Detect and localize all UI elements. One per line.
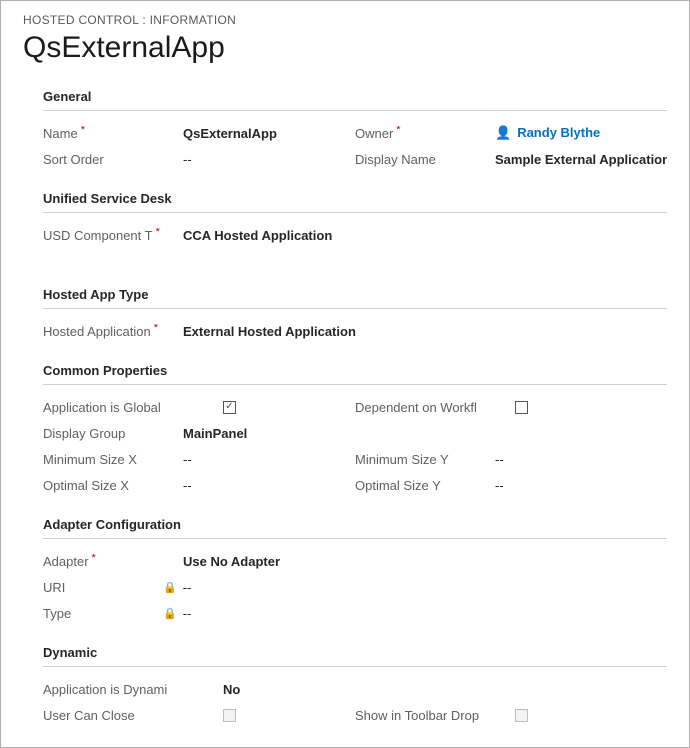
label-uri: URI xyxy=(43,580,167,595)
section-adapter-header: Adapter Configuration xyxy=(43,517,667,539)
required-icon: * xyxy=(81,126,85,137)
required-icon: * xyxy=(92,554,96,565)
value-name[interactable]: QsExternalApp xyxy=(183,126,277,141)
label-app-global: Application is Global xyxy=(43,400,183,415)
value-opt-x[interactable]: -- xyxy=(183,478,192,493)
section-usd-header: Unified Service Desk xyxy=(43,191,667,213)
label-user-can-close: User Can Close xyxy=(43,708,183,723)
value-usd-component-type[interactable]: CCA Hosted Application xyxy=(183,228,332,243)
section-hosted-app-type: Hosted App Type Hosted Application* Exte… xyxy=(43,287,667,343)
person-icon: 👤 xyxy=(495,125,511,140)
section-general: General Name* QsExternalApp Owner* 👤 Rand… xyxy=(43,89,667,171)
page-title: QsExternalApp xyxy=(23,31,667,65)
value-uri: -- xyxy=(183,580,192,595)
value-display-group[interactable]: MainPanel xyxy=(183,426,247,441)
label-opt-y: Optimal Size Y xyxy=(355,478,495,493)
label-min-y: Minimum Size Y xyxy=(355,452,495,467)
label-display-group: Display Group xyxy=(43,426,183,441)
section-common-header: Common Properties xyxy=(43,363,667,385)
checkbox-dep-workflow[interactable] xyxy=(515,401,528,414)
label-usd-component-type: USD Component T* xyxy=(43,228,183,243)
value-display-name[interactable]: Sample External Application xyxy=(495,152,667,167)
label-app-dynamic: Application is Dynami xyxy=(43,682,183,697)
required-icon: * xyxy=(156,228,160,239)
checkbox-show-toolbar xyxy=(515,709,528,722)
section-dynamic-header: Dynamic xyxy=(43,645,667,667)
section-general-header: General xyxy=(43,89,667,111)
section-common: Common Properties Application is Global … xyxy=(43,363,667,497)
value-hosted-app[interactable]: External Hosted Application xyxy=(183,324,356,339)
label-sort-order: Sort Order xyxy=(43,152,183,167)
label-hosted-app: Hosted Application* xyxy=(43,324,183,339)
checkbox-app-global[interactable]: ✓ xyxy=(223,401,236,414)
label-owner: Owner* xyxy=(355,126,495,141)
label-adapter: Adapter* xyxy=(43,554,183,569)
value-opt-y[interactable]: -- xyxy=(495,478,504,493)
value-min-y[interactable]: -- xyxy=(495,452,504,467)
lock-icon: 🔒 xyxy=(163,607,177,620)
section-adapter: Adapter Configuration Adapter* Use No Ad… xyxy=(43,517,667,625)
value-owner[interactable]: 👤 Randy Blythe xyxy=(495,125,600,141)
label-min-x: Minimum Size X xyxy=(43,452,183,467)
required-icon: * xyxy=(154,324,158,335)
label-name: Name* xyxy=(43,126,183,141)
section-dynamic: Dynamic Application is Dynami No User Ca… xyxy=(43,645,667,727)
value-app-dynamic[interactable]: No xyxy=(223,682,240,697)
value-type: -- xyxy=(183,606,192,621)
value-sort-order[interactable]: -- xyxy=(183,152,192,167)
required-icon: * xyxy=(396,126,400,137)
value-adapter[interactable]: Use No Adapter xyxy=(183,554,280,569)
value-min-x[interactable]: -- xyxy=(183,452,192,467)
owner-link[interactable]: Randy Blythe xyxy=(517,125,600,140)
label-type: Type xyxy=(43,606,167,621)
label-show-toolbar: Show in Toolbar Drop xyxy=(355,708,495,723)
section-hosted-app-type-header: Hosted App Type xyxy=(43,287,667,309)
label-dep-workflow: Dependent on Workfl xyxy=(355,400,495,415)
label-display-name: Display Name xyxy=(355,152,495,167)
section-usd: Unified Service Desk USD Component T* CC… xyxy=(43,191,667,267)
breadcrumb: HOSTED CONTROL : INFORMATION xyxy=(23,13,667,27)
checkbox-user-can-close xyxy=(223,709,236,722)
lock-icon: 🔒 xyxy=(163,581,177,594)
label-opt-x: Optimal Size X xyxy=(43,478,183,493)
